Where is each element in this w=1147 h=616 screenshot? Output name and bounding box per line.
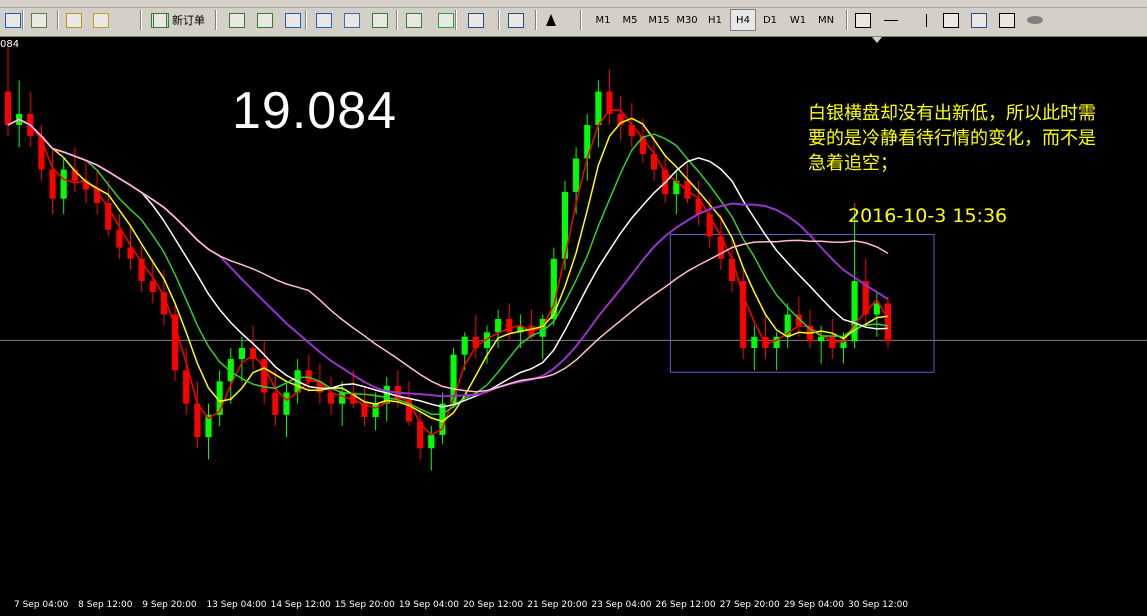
candle — [172, 303, 179, 382]
timeframe-button-m1[interactable]: M1 — [590, 9, 616, 31]
candle-body — [495, 318, 502, 333]
x-tick-label: 19 Sep 04:00 — [398, 600, 459, 610]
candle-body — [238, 347, 245, 360]
x-tick-label: 27 Sep 20:00 — [719, 600, 780, 610]
comment-line: 白银横盘却没有出新低，所以此时需 — [808, 103, 1096, 124]
candle-body — [873, 303, 880, 315]
candle-body — [60, 169, 67, 199]
candle-body — [339, 392, 346, 404]
timeframe-button-m5[interactable]: M5 — [617, 9, 643, 31]
new-order-button[interactable]: 新订单 — [148, 9, 210, 31]
text-label-icon[interactable] — [996, 9, 1018, 31]
x-tick-label: 15 Sep 20:00 — [334, 600, 395, 610]
crosshair-icon[interactable] — [852, 9, 874, 31]
toolbar-separator — [57, 10, 59, 30]
candle-body — [751, 336, 758, 348]
navigator-icon[interactable] — [90, 9, 112, 31]
x-tick-label: 14 Sep 12:00 — [270, 600, 331, 610]
x-tick-label: 9 Sep 20:00 — [142, 600, 197, 610]
toolbar-separator — [580, 10, 582, 30]
candle-body — [372, 403, 379, 418]
cursor-icon[interactable] — [540, 9, 562, 31]
x-tick-label: 8 Sep 12:00 — [78, 600, 133, 610]
candle-body — [595, 91, 602, 126]
chart-shift-icon[interactable] — [403, 9, 425, 31]
toolbar-separator — [22, 10, 24, 30]
zoom-out-icon[interactable] — [313, 9, 335, 31]
candle-body — [428, 434, 435, 449]
current-price-display: 19.084 — [232, 82, 398, 140]
comment-line: 要的是冷静看待行情的变化，而不是 — [808, 128, 1096, 149]
candle-body — [183, 370, 190, 404]
analysis-comment: 白银横盘却没有出新低，所以此时需 要的是冷静看待行情的变化，而不是 急着追空； — [808, 101, 1147, 176]
candle-body — [728, 258, 736, 282]
toolbar-separator — [455, 10, 457, 30]
market-watch-icon[interactable] — [63, 9, 85, 31]
indicators-icon[interactable] — [435, 9, 457, 31]
x-tick-label: 29 Sep 04:00 — [783, 600, 844, 610]
chart-window-icon[interactable] — [2, 9, 24, 31]
timeframe-button-h4[interactable]: H4 — [730, 9, 756, 31]
candle-body — [506, 318, 513, 333]
tile-windows-icon[interactable] — [341, 9, 363, 31]
toolbar: 新订单 M1 M5 M15 M30 H1 H4 D1 W1 MN — [0, 0, 1147, 37]
toolbar-separator — [396, 10, 398, 30]
candle-body — [818, 336, 825, 342]
toolbar-separator — [140, 10, 142, 30]
new-order-label: 新订单 — [172, 14, 205, 27]
candle-body — [327, 392, 335, 404]
candle-body — [4, 91, 12, 126]
candle — [740, 269, 747, 360]
line-chart-icon[interactable] — [254, 9, 276, 31]
timeframe-button-w1[interactable]: W1 — [785, 9, 811, 31]
x-tick-label: 20 Sep 12:00 — [463, 600, 524, 610]
toolbar-separator — [215, 10, 217, 30]
timeframe-button-mn[interactable]: MN — [813, 9, 839, 31]
candle-body — [172, 314, 179, 371]
price-axis-label: 084 — [0, 39, 20, 50]
periods-icon[interactable] — [465, 9, 487, 31]
x-tick-label: 7 Sep 04:00 — [14, 600, 69, 610]
toolbar-separator — [846, 10, 848, 30]
x-tick-label: 13 Sep 04:00 — [206, 600, 267, 610]
timeframe-button-h1[interactable]: H1 — [702, 9, 728, 31]
candle-body — [49, 169, 56, 199]
candle-body — [305, 370, 312, 382]
candlestick-icon[interactable] — [226, 9, 248, 31]
candle-body — [461, 336, 468, 355]
x-tick-label: 23 Sep 04:00 — [591, 600, 652, 610]
fibonacci-icon[interactable] — [968, 9, 990, 31]
candle-body — [194, 403, 201, 438]
horizontal-line-icon[interactable] — [880, 9, 902, 31]
new-order-icon — [153, 12, 169, 28]
templates-icon[interactable] — [505, 9, 527, 31]
ellipse-icon[interactable] — [1024, 9, 1046, 31]
candle-body — [116, 229, 123, 248]
candle-body — [884, 303, 892, 342]
candle-body — [283, 392, 290, 415]
toolbar-separator — [535, 10, 537, 30]
timeframe-button-m15[interactable]: M15 — [646, 9, 672, 31]
candle-body — [149, 281, 156, 293]
timeframe-button-m30[interactable]: M30 — [674, 9, 700, 31]
candle-body — [573, 158, 580, 192]
toolbar-separator — [498, 10, 500, 30]
x-tick-label: 26 Sep 12:00 — [655, 600, 716, 610]
vertical-line-icon[interactable] — [915, 9, 937, 31]
x-tick-label: 30 Sep 12:00 — [848, 600, 909, 610]
comment-line: 急着追空； — [808, 153, 898, 174]
trendline-icon[interactable] — [940, 9, 962, 31]
autoscroll-icon[interactable] — [369, 9, 391, 31]
candle — [884, 296, 892, 348]
toolbar-separator — [305, 10, 307, 30]
candle-body — [272, 392, 279, 415]
x-tick-label: 21 Sep 20:00 — [527, 600, 588, 610]
timeframe-button-d1[interactable]: D1 — [757, 9, 783, 31]
zoom-in-icon[interactable] — [282, 9, 304, 31]
date-annotation: 2016-10-3 15:36 — [848, 205, 1008, 227]
title-strip — [0, 0, 1147, 8]
properties-icon[interactable] — [28, 9, 50, 31]
